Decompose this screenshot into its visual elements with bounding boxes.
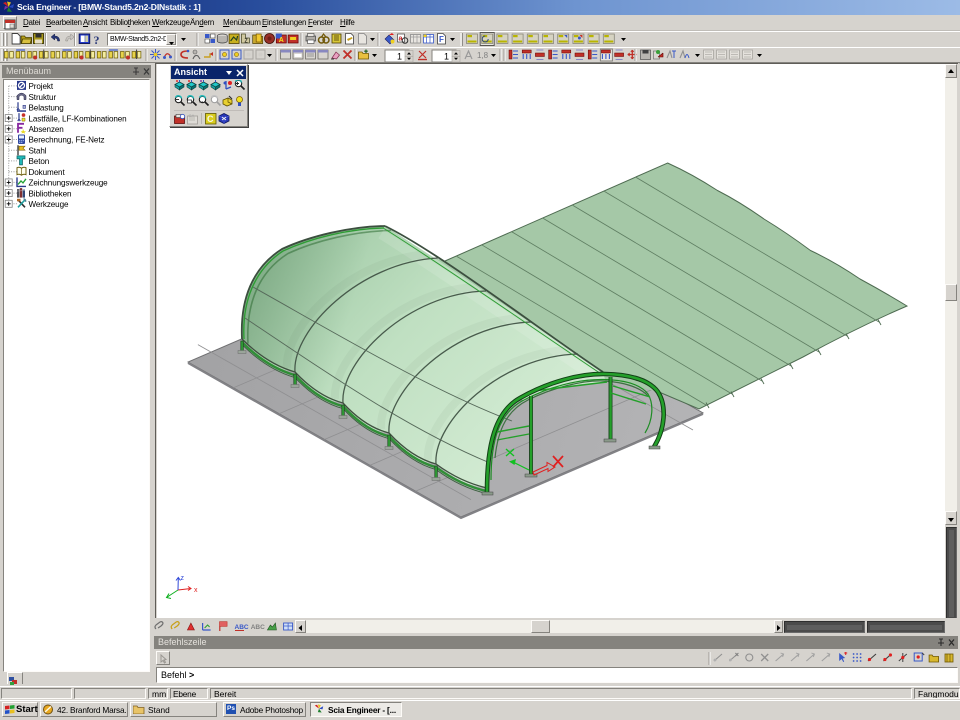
svg-text:ABC: ABC <box>251 624 265 631</box>
svg-text:z: z <box>244 38 248 45</box>
svg-text:1,8: 1,8 <box>477 51 489 60</box>
svg-text:ABC: ABC <box>235 624 249 631</box>
svg-text:A: A <box>279 37 284 44</box>
svg-text:1: 1 <box>397 52 402 62</box>
svg-text:F: F <box>439 35 444 44</box>
svg-text:?: ? <box>94 33 100 47</box>
svg-text:1: 1 <box>444 52 449 62</box>
